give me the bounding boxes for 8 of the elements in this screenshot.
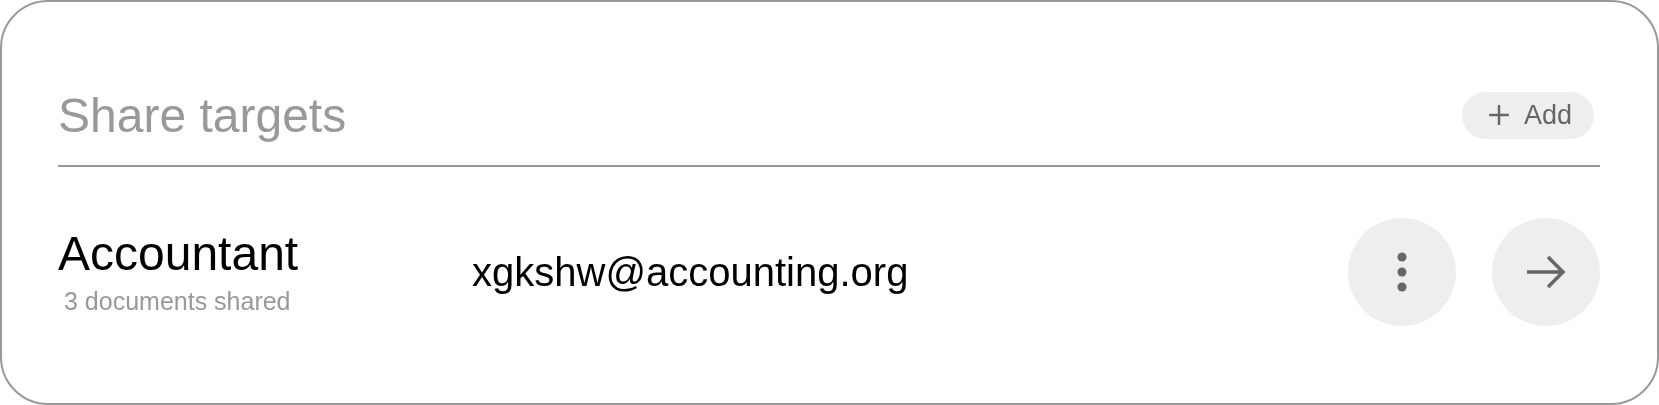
add-button[interactable]: Add [1461,91,1594,139]
plus-icon [1487,104,1510,126]
more-vertical-icon [1397,252,1407,292]
document-count: 3 documents shared [64,286,291,316]
target-name: Accountant [58,228,299,281]
target-email: xgkshw@accounting.org [472,249,910,295]
section-title: Share targets [58,87,347,143]
arrow-right-icon [1526,255,1566,289]
